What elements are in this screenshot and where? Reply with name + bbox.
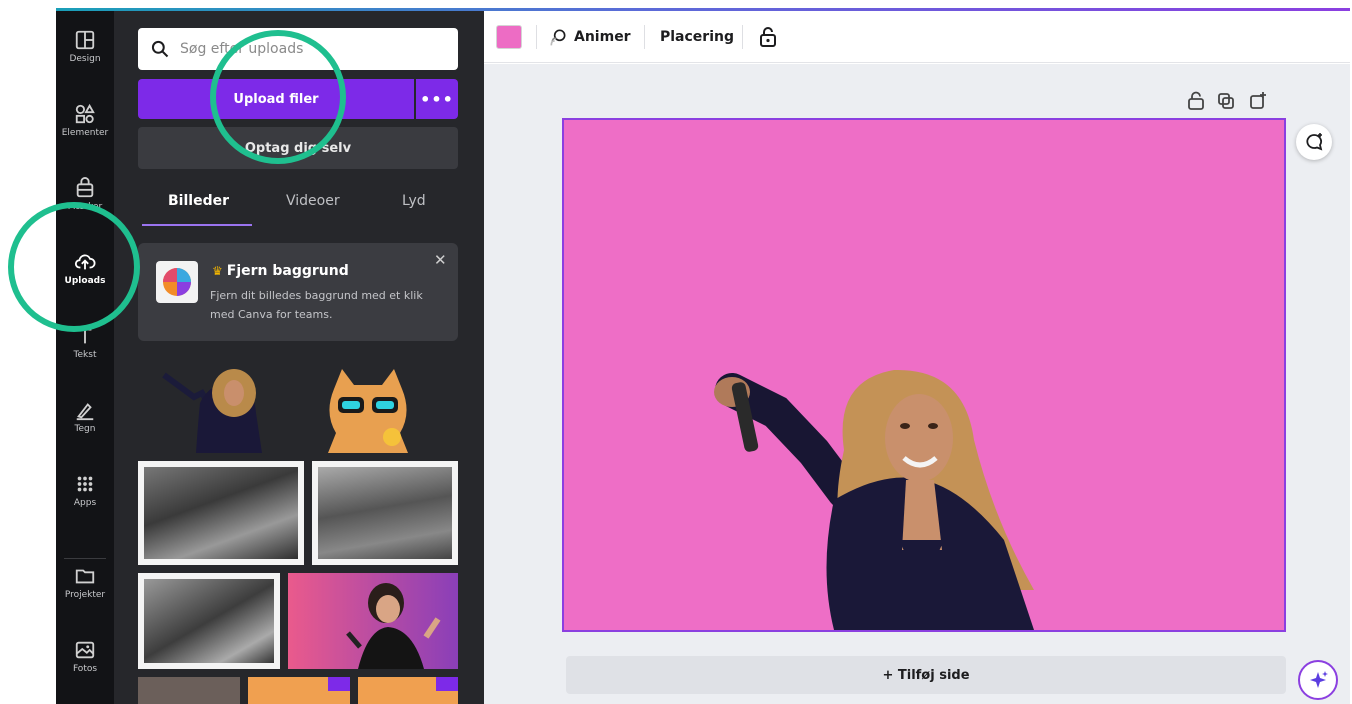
cat-sunglasses-image bbox=[328, 369, 408, 453]
add-page-icon[interactable] bbox=[1248, 91, 1268, 111]
search-icon bbox=[151, 40, 169, 58]
workshop-photo bbox=[318, 467, 452, 559]
animate-button[interactable]: Animer bbox=[548, 23, 631, 51]
sparkle-icon bbox=[1310, 671, 1328, 688]
design-artboard[interactable] bbox=[562, 118, 1286, 632]
animate-label: Animer bbox=[574, 29, 631, 45]
upload-thumbnail-partial-3[interactable] bbox=[358, 677, 458, 704]
rail-item-text[interactable]: Tekst bbox=[56, 325, 114, 385]
upload-thumbnail-partial-1[interactable] bbox=[138, 677, 240, 704]
toolbar-divider bbox=[644, 25, 645, 49]
draw-icon bbox=[76, 403, 94, 421]
comment-plus-icon bbox=[1306, 133, 1323, 151]
singer-cutout-on-canvas[interactable] bbox=[564, 120, 1284, 630]
upload-files-button[interactable]: Upload filer bbox=[138, 79, 414, 119]
promo-title-text: Fjern baggrund bbox=[226, 263, 349, 279]
crown-icon: ♛ bbox=[212, 264, 223, 278]
singer-cutout-image bbox=[162, 369, 262, 453]
thumbnail-corner-badge bbox=[328, 677, 350, 691]
upload-thumbnail-workshop-2[interactable] bbox=[312, 461, 458, 565]
rail-item-uploads[interactable]: Uploads bbox=[56, 251, 114, 311]
upload-thumbnail-cat[interactable] bbox=[312, 363, 424, 453]
upload-thumbnail-workshop-1[interactable] bbox=[138, 461, 304, 565]
add-page-button[interactable]: + Tilføj side bbox=[566, 656, 1286, 694]
rail-item-brand[interactable]: Mærker bbox=[56, 177, 114, 237]
rail-label: Fotos bbox=[72, 664, 98, 674]
toolbar-divider bbox=[536, 25, 537, 49]
upload-thumbnail-partial-2[interactable] bbox=[248, 677, 350, 704]
upload-more-options-button[interactable]: ••• bbox=[416, 79, 458, 119]
folder-icon bbox=[75, 569, 95, 584]
rail-item-projects[interactable]: Projekter bbox=[56, 565, 114, 625]
unlock-icon bbox=[760, 27, 776, 47]
editor-toolbar: Animer Placering bbox=[484, 11, 1350, 63]
side-rail: Design Elementer Mærker Uploads Tekst Te… bbox=[56, 11, 114, 704]
canva-editor: Design Elementer Mærker Uploads Tekst Te… bbox=[0, 0, 1352, 704]
layout-icon bbox=[75, 30, 95, 50]
shapes-icon bbox=[75, 103, 95, 124]
rail-label: Projekter bbox=[64, 590, 106, 600]
rail-item-photos[interactable]: Fotos bbox=[56, 639, 114, 699]
uploads-panel: Upload filer ••• Optag dig selv Billeder… bbox=[114, 11, 484, 704]
duplicate-page-icon[interactable] bbox=[1216, 91, 1236, 111]
workshop-photo bbox=[144, 467, 298, 559]
upload-thumbnail-singer[interactable] bbox=[154, 363, 272, 453]
text-icon bbox=[78, 328, 92, 344]
add-comment-button[interactable] bbox=[1296, 124, 1332, 160]
promo-title: ♛ Fjern baggrund bbox=[212, 263, 349, 279]
rail-label: Elementer bbox=[61, 128, 109, 138]
lock-page-icon[interactable] bbox=[1186, 91, 1206, 111]
close-icon[interactable]: ✕ bbox=[434, 251, 447, 269]
performer-image bbox=[346, 583, 441, 669]
rail-label: Tekst bbox=[73, 350, 97, 360]
position-button[interactable]: Placering bbox=[660, 23, 734, 51]
cloud-upload-icon bbox=[74, 254, 96, 270]
rail-item-design[interactable]: Design bbox=[56, 29, 114, 89]
tab-videos[interactable]: Videoer bbox=[286, 193, 340, 209]
photos-icon bbox=[75, 641, 95, 659]
active-tab-indicator bbox=[142, 224, 252, 226]
rail-label: Uploads bbox=[64, 276, 106, 286]
rail-label: Tegn bbox=[74, 424, 96, 434]
lock-button[interactable] bbox=[756, 23, 780, 51]
animate-icon bbox=[550, 29, 566, 46]
canva-teams-logo-icon bbox=[156, 261, 198, 303]
thumbnail-corner-badge bbox=[436, 677, 458, 691]
upload-thumbnail-performer[interactable] bbox=[288, 573, 458, 669]
remove-background-promo: ♛ Fjern baggrund Fjern dit billedes baggr… bbox=[138, 243, 458, 341]
rail-label: Apps bbox=[73, 498, 97, 508]
apps-grid-icon bbox=[77, 476, 93, 492]
rail-item-elements[interactable]: Elementer bbox=[56, 103, 114, 163]
record-yourself-button[interactable]: Optag dig selv bbox=[138, 127, 458, 169]
promo-description: Fjern dit billedes baggrund med et klik … bbox=[210, 289, 423, 321]
rail-label: Design bbox=[69, 54, 101, 64]
position-label: Placering bbox=[660, 29, 734, 45]
rail-item-draw[interactable]: Tegn bbox=[56, 399, 114, 459]
brand-icon bbox=[76, 177, 94, 198]
search-box[interactable] bbox=[138, 28, 458, 70]
toolbar-divider bbox=[742, 25, 743, 49]
tab-images[interactable]: Billeder bbox=[168, 193, 229, 209]
magic-assistant-button[interactable] bbox=[1298, 660, 1338, 700]
media-tabs: Billeder Videoer Lyd bbox=[138, 181, 458, 227]
tab-audio[interactable]: Lyd bbox=[402, 193, 426, 209]
rail-item-apps[interactable]: Apps bbox=[56, 473, 114, 533]
rail-label: Mærker bbox=[67, 202, 103, 212]
workshop-photo bbox=[144, 579, 274, 663]
upload-thumbnail-workshop-3[interactable] bbox=[138, 573, 280, 669]
search-input[interactable] bbox=[180, 41, 440, 57]
rail-divider bbox=[64, 558, 106, 559]
color-swatch-button[interactable] bbox=[496, 25, 522, 49]
canvas-workspace: + Tilføj side bbox=[484, 64, 1350, 704]
